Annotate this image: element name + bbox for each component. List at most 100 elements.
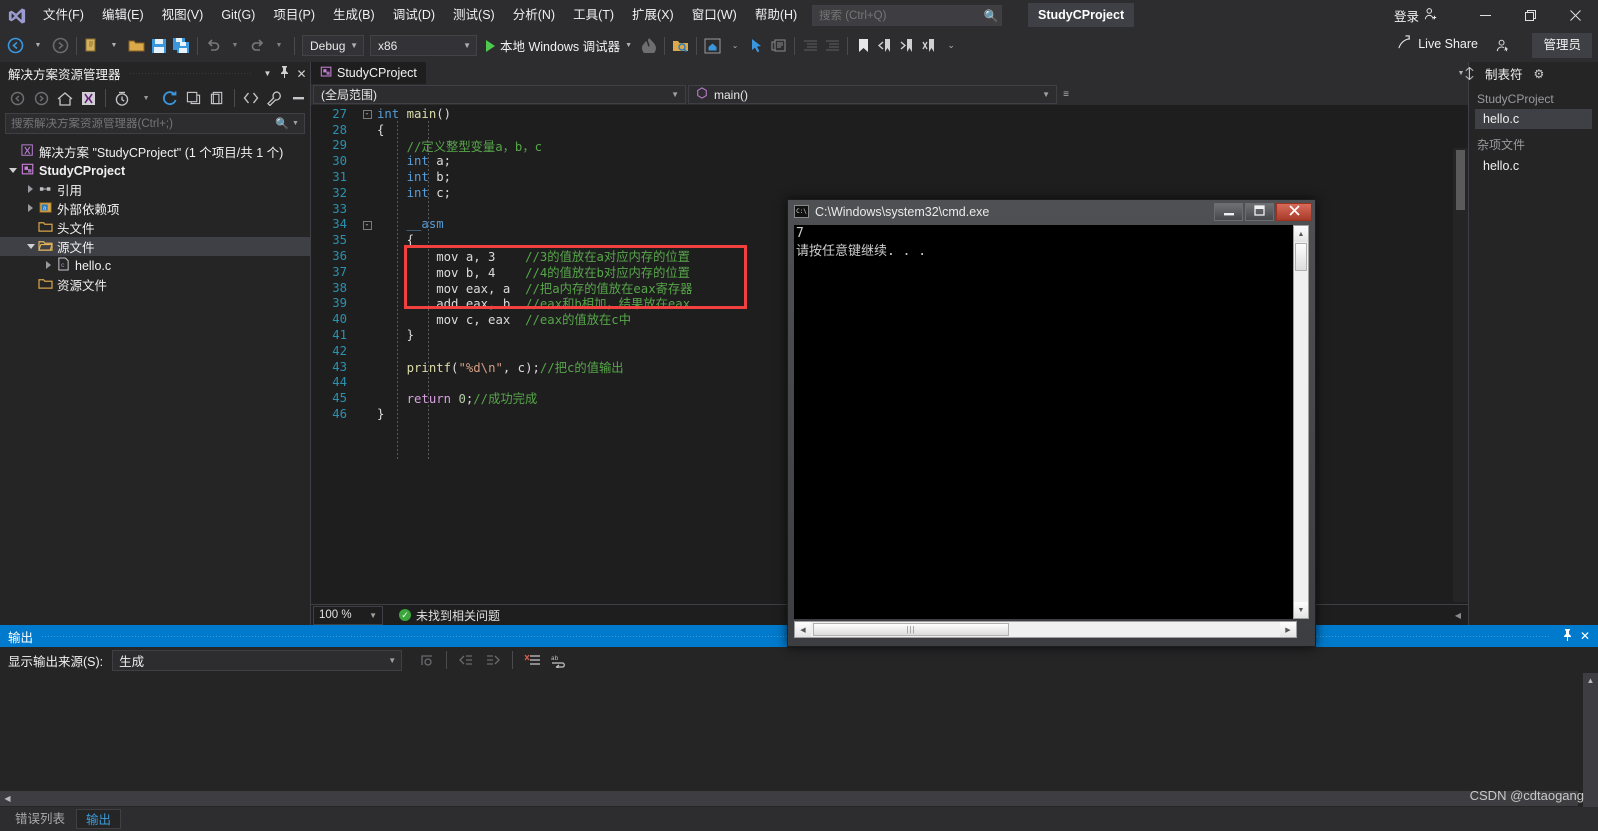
cmd-minimize-button[interactable] — [1214, 203, 1243, 221]
next-bookmark-icon[interactable] — [896, 34, 918, 58]
cmd-console-output[interactable]: 7 请按任意键继续. . . — [794, 225, 1297, 619]
code-line[interactable]: 27- int main() — [311, 106, 1468, 122]
chevron-down-icon[interactable]: ▼ — [292, 120, 304, 127]
menu-test[interactable]: 测试(S) — [444, 0, 504, 31]
menu-help[interactable]: 帮助(H) — [746, 0, 806, 31]
tree-item-resource-files[interactable]: 资源文件 — [0, 275, 310, 294]
find-message-icon[interactable] — [415, 649, 439, 671]
menu-debug[interactable]: 调试(D) — [384, 0, 444, 31]
menu-edit[interactable]: 编辑(E) — [93, 0, 153, 31]
feedback-icon[interactable] — [1495, 38, 1510, 58]
output-text-area[interactable] — [0, 673, 1598, 783]
tab-error-list[interactable]: 错误列表 — [6, 809, 74, 829]
toolbar-overflow-icon[interactable]: ⌄ — [940, 34, 962, 58]
undo-dropdown-icon[interactable]: ▼ — [224, 34, 246, 58]
properties-wrench-icon[interactable] — [263, 87, 286, 109]
bookmark-icon[interactable] — [852, 34, 874, 58]
code-line[interactable]: 28 { — [311, 122, 1468, 138]
output-source-combo[interactable]: 生成 ▼ — [112, 649, 403, 671]
editor-vertical-scrollbar[interactable] — [1453, 148, 1468, 602]
toggle-word-wrap-icon[interactable]: ab — [547, 649, 571, 671]
tree-item-source-files[interactable]: 源文件 — [0, 237, 310, 256]
cmd-console-window[interactable]: C:\ C:\Windows\system32\cmd.exe 7 请按任意键继… — [787, 199, 1316, 647]
menu-analyze[interactable]: 分析(N) — [504, 0, 564, 31]
scroll-down-icon[interactable]: ▼ — [1294, 602, 1308, 618]
clear-bookmarks-icon[interactable] — [918, 34, 940, 58]
scope-combo[interactable]: (全局范围) ▼ — [313, 85, 686, 104]
platform-combo[interactable]: x86 ▼ — [370, 35, 477, 56]
hot-reload-icon[interactable] — [638, 34, 660, 58]
scroll-left-icon[interactable]: ◀ — [1448, 611, 1468, 620]
split-handle-icon[interactable] — [1461, 65, 1477, 81]
menu-extensions[interactable]: 扩展(X) — [623, 0, 683, 31]
pointer-select-icon[interactable] — [746, 34, 768, 58]
code-view-icon[interactable] — [240, 87, 263, 109]
menu-view[interactable]: 视图(V) — [153, 0, 213, 31]
scrollbar-thumb[interactable] — [1456, 150, 1465, 210]
new-project-icon[interactable] — [81, 34, 103, 58]
chevron-down-icon[interactable]: ▼ — [135, 87, 158, 109]
forward-icon[interactable] — [30, 87, 53, 109]
chevron-expanded-icon[interactable] — [26, 241, 37, 252]
clear-output-icon[interactable] — [520, 649, 544, 671]
cmd-horizontal-scrollbar[interactable]: ◀ ||| ▶ — [794, 621, 1297, 638]
undo-icon[interactable] — [202, 34, 224, 58]
chevron-collapsed-icon[interactable] — [26, 184, 37, 195]
chevron-expanded-icon[interactable] — [8, 165, 19, 176]
back-dropdown-icon[interactable]: ▼ — [27, 34, 49, 58]
scroll-left-icon[interactable]: ◀ — [0, 794, 15, 803]
restore-button[interactable] — [1508, 0, 1553, 31]
menu-window[interactable]: 窗口(W) — [683, 0, 746, 31]
editor-tab-studycproject[interactable]: StudyCProject — [311, 62, 426, 84]
save-all-icon[interactable] — [170, 34, 193, 58]
cmd-maximize-button[interactable] — [1245, 203, 1274, 221]
code-line[interactable]: 31 int b; — [311, 169, 1468, 185]
chevron-collapsed-icon[interactable] — [26, 203, 37, 214]
tab-entry-hello-c-misc[interactable]: hello.c — [1475, 156, 1592, 176]
build-configuration-combo[interactable]: Debug ▼ — [302, 35, 364, 56]
folder-search-icon[interactable] — [669, 34, 692, 58]
chevron-down-icon[interactable]: ▼ — [259, 69, 276, 78]
menu-git[interactable]: Git(G) — [212, 0, 264, 31]
code-line[interactable]: 30 int a; — [311, 153, 1468, 169]
redo-dropdown-icon[interactable]: ▼ — [268, 34, 290, 58]
zoom-level-combo[interactable]: 100 % ▼ — [313, 605, 383, 625]
tab-output[interactable]: 输出 — [76, 809, 122, 829]
navigate-forward-button[interactable] — [49, 34, 72, 58]
tree-item-references[interactable]: 引用 — [0, 180, 310, 199]
menu-project[interactable]: 项目(P) — [264, 0, 324, 31]
tab-entry-hello-c[interactable]: hello.c — [1475, 109, 1592, 129]
minimize-button[interactable] — [1463, 0, 1508, 31]
code-line[interactable]: 29 //定义整型变量a，b，c — [311, 138, 1468, 153]
collapse-all-icon[interactable] — [182, 87, 205, 109]
scrollbar-thumb[interactable] — [1295, 243, 1307, 271]
gear-icon[interactable]: ⚙ — [1534, 67, 1545, 81]
scrollbar-thumb[interactable]: ||| — [813, 623, 1009, 636]
go-to-previous-icon[interactable] — [454, 649, 478, 671]
home-view-icon[interactable] — [701, 34, 724, 58]
menu-file[interactable]: 文件(F) — [34, 0, 93, 31]
member-combo[interactable]: main() ▼ — [688, 85, 1057, 104]
output-horizontal-scrollbar[interactable]: ◀ — [0, 791, 1578, 806]
scroll-up-icon[interactable]: ▲ — [1294, 226, 1308, 242]
tree-item-hello-c[interactable]: c hello.c — [0, 256, 310, 275]
hide-icon[interactable] — [287, 87, 310, 109]
solution-search-box[interactable]: 🔍 ▼ — [5, 113, 305, 134]
sign-in-button[interactable]: 登录 — [1394, 6, 1438, 25]
indent-decrease-icon[interactable] — [799, 34, 821, 58]
scroll-left-icon[interactable]: ◀ — [795, 622, 811, 637]
navigate-back-button[interactable] — [4, 34, 27, 58]
live-share-button[interactable]: Live Share — [1397, 35, 1478, 53]
start-debugging-button[interactable]: 本地 Windows 调试器 ▼ — [480, 34, 638, 58]
save-icon[interactable] — [148, 34, 170, 58]
fold-collapse-icon[interactable]: - — [359, 219, 375, 230]
cmd-vertical-scrollbar[interactable]: ▲ ▼ — [1293, 225, 1309, 619]
comment-icon[interactable] — [768, 34, 790, 58]
close-button[interactable] — [1553, 0, 1598, 31]
scroll-up-icon[interactable]: ▲ — [1583, 673, 1598, 688]
menu-tools[interactable]: 工具(T) — [564, 0, 623, 31]
new-dropdown-icon[interactable]: ▼ — [103, 34, 125, 58]
previous-bookmark-icon[interactable] — [874, 34, 896, 58]
back-icon[interactable] — [6, 87, 29, 109]
split-editor-icon[interactable]: ≡ — [1059, 89, 1073, 100]
